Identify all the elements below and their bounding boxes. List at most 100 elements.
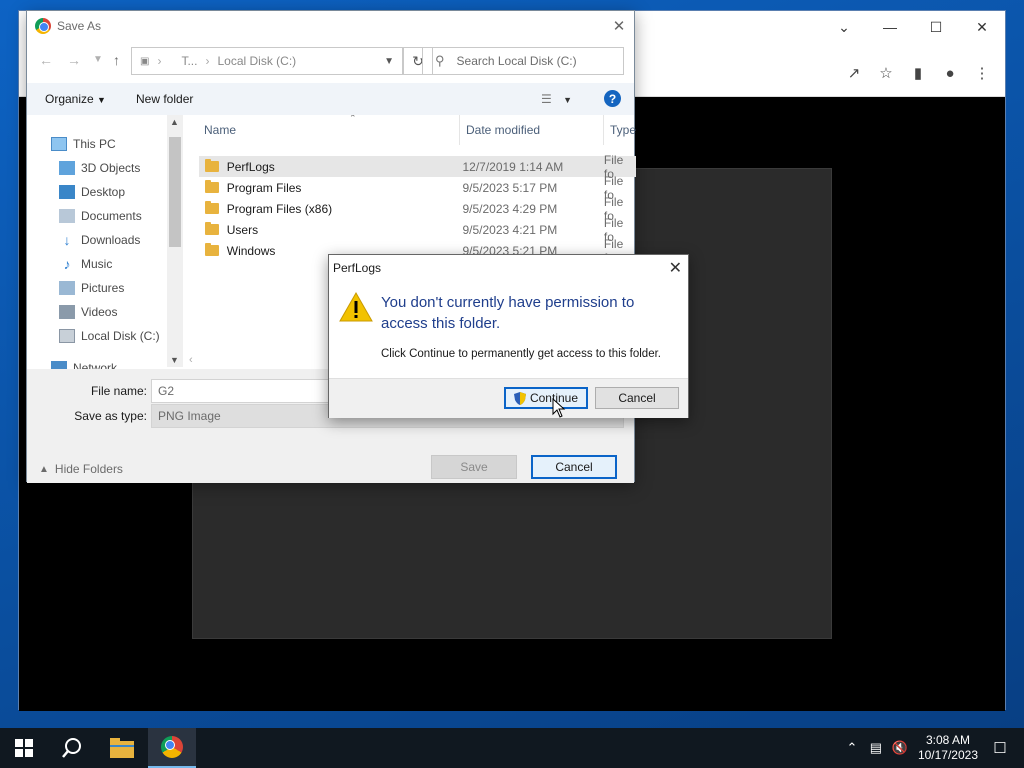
continue-button[interactable]: Continue	[504, 387, 588, 409]
permission-close-icon[interactable]: ✕	[669, 258, 682, 278]
system-tray: ⌃ ▤ 🔇 3:08 AM 10/17/2023 ☐	[840, 728, 1024, 768]
tray-chevron-icon[interactable]: ⌃	[840, 740, 864, 756]
column-header-type[interactable]: Type	[604, 115, 636, 145]
nav-scroll-thumb[interactable]	[169, 137, 181, 247]
column-header-name[interactable]: Name ⌃	[185, 115, 460, 145]
back-arrow-icon[interactable]: ←	[39, 52, 53, 68]
address-segment-1[interactable]: T...	[181, 54, 197, 68]
up-arrow-icon[interactable]: ↑	[113, 52, 120, 68]
side-panel-icon[interactable]: ▮	[907, 62, 929, 84]
clock[interactable]: 3:08 AM 10/17/2023	[918, 733, 978, 763]
column-header-date[interactable]: Date modified	[460, 115, 604, 145]
chrome-icon	[161, 736, 183, 758]
scroll-up-icon[interactable]: ▲	[170, 117, 179, 127]
clock-time: 3:08 AM	[925, 733, 970, 747]
music-icon: ♪	[63, 256, 71, 272]
nav-scrollbar[interactable]: ▲ ▼	[167, 115, 183, 367]
file-row[interactable]: Program Files (x86) 9/5/2023 4:29 PM Fil…	[199, 195, 636, 223]
address-box[interactable]: ▣ › T... › Local Disk (C:) ▼	[131, 47, 403, 75]
profile-icon[interactable]: ●	[939, 62, 961, 84]
permission-message: You don't currently have permission to a…	[381, 294, 635, 332]
search-icon	[62, 738, 81, 758]
permission-dialog: PerfLogs ✕ You don't currently have perm…	[328, 254, 689, 418]
nav-item-3d-objects[interactable]: 3D Objects	[59, 158, 140, 178]
address-dropdown-icon[interactable]: ▼	[384, 56, 394, 67]
hide-folders-toggle[interactable]: ▲ Hide Folders	[39, 462, 123, 476]
cube-icon	[59, 161, 75, 175]
desktop-icon	[59, 185, 75, 199]
nav-item-this-pc[interactable]: This PC	[51, 134, 116, 154]
file-explorer-button[interactable]	[98, 728, 146, 768]
permission-footer: Continue Cancel	[329, 378, 688, 418]
nav-item-local-disk[interactable]: Local Disk (C:)	[59, 326, 160, 346]
nav-item-downloads[interactable]: ↓ Downloads	[59, 230, 141, 250]
address-bar-row: ← → ▼ ↑ ▣ › T... › Local Disk (C:) ▼ ↻ ⚲…	[27, 44, 634, 78]
drive-icon: ▣	[140, 55, 150, 67]
save-as-titlebar: Save As	[27, 11, 634, 41]
menu-icon[interactable]: ⋮	[971, 62, 993, 84]
nav-item-videos[interactable]: Videos	[59, 302, 117, 322]
network-status-icon[interactable]: ▤	[864, 740, 888, 756]
documents-icon	[59, 209, 75, 223]
bookmark-star-icon[interactable]: ☆	[875, 62, 897, 84]
save-as-title: Save As	[57, 19, 102, 33]
taskbar-search-button[interactable]	[48, 728, 96, 768]
maximize-button[interactable]: ☐	[913, 11, 959, 43]
permission-dialog-title: PerfLogs	[333, 261, 382, 275]
folder-icon	[205, 201, 219, 214]
command-bar: Organize ▼ New folder ☰ ▼ ?	[27, 83, 634, 115]
start-button[interactable]	[0, 728, 48, 768]
save-as-type-label: Save as type:	[74, 409, 147, 423]
save-button[interactable]: Save	[431, 455, 517, 479]
folder-icon	[205, 243, 219, 256]
warning-icon	[339, 291, 373, 322]
permission-cancel-button[interactable]: Cancel	[595, 387, 679, 409]
file-row[interactable]: Program Files 9/5/2023 5:17 PM File fo	[199, 174, 636, 202]
share-icon[interactable]: ↗	[843, 62, 865, 84]
search-placeholder: Search Local Disk (C:)	[456, 54, 577, 68]
minimize-button[interactable]: —	[867, 11, 913, 43]
search-input[interactable]: ⚲ Search Local Disk (C:)	[422, 47, 624, 75]
view-options-icon[interactable]: ☰ ▼	[541, 92, 572, 106]
address-segment-2[interactable]: Local Disk (C:)	[217, 54, 296, 68]
file-row[interactable]: PerfLogs 12/7/2019 1:14 AM File fo	[199, 153, 636, 181]
chrome-taskbar-button[interactable]	[148, 728, 196, 768]
taskbar: ⌃ ▤ 🔇 3:08 AM 10/17/2023 ☐	[0, 728, 1024, 768]
chrome-logo-icon	[35, 18, 51, 34]
nav-item-pictures[interactable]: Pictures	[59, 278, 124, 298]
nav-item-music[interactable]: ♪ Music	[59, 254, 113, 274]
close-window-button[interactable]: ✕	[959, 11, 1005, 43]
clock-date: 10/17/2023	[917, 748, 978, 762]
notifications-icon[interactable]: ☐	[988, 739, 1012, 757]
recent-dropdown-icon[interactable]: ▼	[93, 54, 103, 65]
file-explorer-icon	[110, 738, 134, 758]
volume-muted-icon[interactable]: 🔇	[888, 740, 912, 756]
uac-shield-icon	[513, 391, 526, 405]
scroll-down-icon[interactable]: ▼	[170, 355, 179, 365]
forward-arrow-icon[interactable]: →	[67, 52, 81, 68]
nav-item-documents[interactable]: Documents	[59, 206, 142, 226]
nav-item-desktop[interactable]: Desktop	[59, 182, 125, 202]
download-icon: ↓	[63, 232, 71, 248]
tab-search-icon[interactable]: ⌄	[821, 11, 867, 43]
chevron-up-icon: ▲	[39, 463, 49, 475]
save-as-close-icon[interactable]: ✕	[604, 11, 634, 41]
pc-icon	[51, 137, 67, 151]
pictures-icon	[59, 281, 75, 295]
scroll-left-icon[interactable]: ‹	[189, 354, 193, 366]
search-icon: ⚲	[435, 53, 445, 68]
organize-button[interactable]: Organize ▼	[45, 92, 106, 106]
folder-icon	[205, 180, 219, 193]
sort-arrow-icon: ⌃	[349, 115, 357, 123]
mouse-cursor-icon	[552, 398, 566, 418]
disk-icon	[59, 329, 75, 343]
navigation-pane: This PC 3D Objects Desktop Documents ↓ D…	[27, 115, 183, 375]
file-name-label: File name:	[90, 384, 147, 398]
help-icon[interactable]: ?	[604, 90, 621, 107]
folder-icon	[205, 159, 219, 172]
file-row[interactable]: Users 9/5/2023 4:21 PM File fo	[199, 216, 636, 244]
permission-detail: Click Continue to permanently get access…	[381, 348, 661, 360]
new-folder-button[interactable]: New folder	[136, 92, 193, 106]
folder-icon	[205, 222, 219, 235]
cancel-button[interactable]: Cancel	[531, 455, 617, 479]
